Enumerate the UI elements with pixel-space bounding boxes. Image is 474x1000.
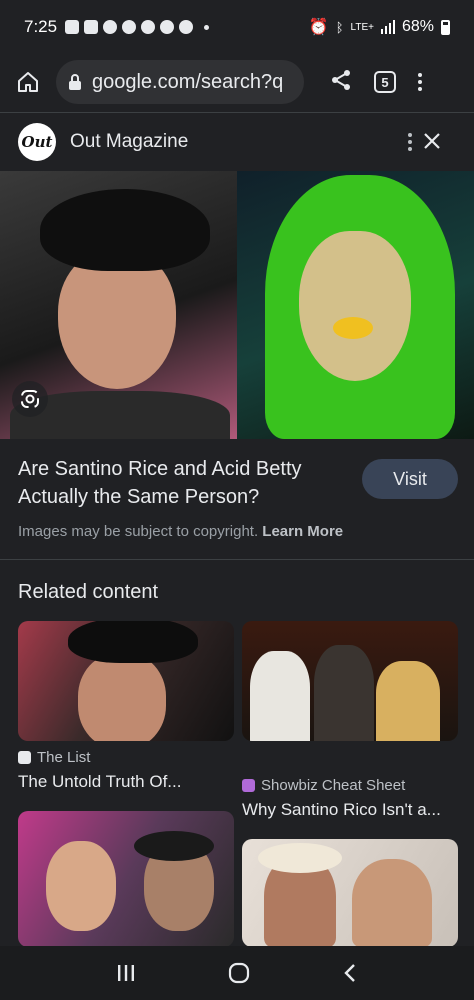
card-source: Showbiz Cheat Sheet xyxy=(242,777,458,794)
signal-icon xyxy=(380,20,395,34)
network-type: LTE+ xyxy=(350,21,374,33)
related-card[interactable]: Showbiz Cheat Sheet Why Santino Rico Isn… xyxy=(242,621,458,820)
card-title: The Untold Truth Of... xyxy=(18,772,182,791)
url-text: google.com/search?q xyxy=(92,70,284,93)
result-image[interactable] xyxy=(0,171,474,439)
status-bar: 7:25 ⏰ ᛒ LTE+ 68% xyxy=(0,0,474,54)
lock-icon xyxy=(69,74,81,90)
showbiz-cheat-sheet-favicon xyxy=(242,779,255,792)
google-lens-button[interactable] xyxy=(12,381,48,417)
home-icon xyxy=(18,72,38,92)
recent-apps-button[interactable] xyxy=(116,963,136,983)
image-result-panel: Out Out Magazine Are Santino Rice and Ac… xyxy=(0,112,474,947)
more-notifications-dot xyxy=(204,24,210,30)
facebook-icon xyxy=(141,20,156,34)
messenger-icon xyxy=(122,20,137,34)
related-content-heading: Related content xyxy=(18,581,159,603)
card-title: Why Santino Rico Isn't a... xyxy=(242,800,441,819)
out-magazine-logo: Out xyxy=(18,123,56,161)
notification-icons xyxy=(65,20,210,34)
messenger-icon xyxy=(103,20,118,34)
app-notification-icon xyxy=(84,20,99,34)
browser-toolbar: google.com/search?q 5 xyxy=(0,54,474,110)
related-card[interactable] xyxy=(18,811,234,947)
lens-icon xyxy=(21,390,39,408)
card-thumbnail xyxy=(18,621,234,741)
share-icon xyxy=(332,69,350,90)
message-icon xyxy=(65,20,80,34)
source-header: Out Out Magazine xyxy=(0,113,474,171)
back-button[interactable] xyxy=(342,963,358,983)
result-title[interactable]: Are Santino Rice and Acid Betty Actually… xyxy=(18,455,348,511)
share-button[interactable] xyxy=(330,69,352,96)
facebook-icon xyxy=(160,20,175,34)
the-list-favicon xyxy=(18,751,31,764)
card-source: The List xyxy=(18,749,234,766)
battery-percent: 68% xyxy=(401,18,434,35)
card-thumbnail xyxy=(242,839,458,947)
source-name[interactable]: Out Magazine xyxy=(70,131,188,153)
browser-menu-button[interactable] xyxy=(418,73,422,91)
copyright-notice: Images may be subject to copyright. Lear… xyxy=(18,523,343,540)
result-options-button[interactable] xyxy=(408,133,412,151)
pinterest-icon xyxy=(179,20,194,34)
visit-button[interactable]: Visit xyxy=(362,459,458,499)
bluetooth-icon: ᛒ xyxy=(335,19,344,35)
divider xyxy=(0,559,474,560)
learn-more-link[interactable]: Learn More xyxy=(262,523,343,540)
battery-icon xyxy=(441,19,450,35)
alarm-icon: ⏰ xyxy=(308,19,329,36)
home-nav-button[interactable] xyxy=(228,962,250,984)
card-thumbnail xyxy=(18,811,234,947)
close-icon[interactable] xyxy=(420,129,444,153)
photo-left xyxy=(0,171,237,439)
home-button[interactable] xyxy=(0,70,56,94)
related-card[interactable] xyxy=(242,839,458,947)
address-bar[interactable]: google.com/search?q xyxy=(56,60,304,104)
card-thumbnail xyxy=(242,621,458,741)
photo-right xyxy=(237,171,474,439)
related-card[interactable]: The List The Untold Truth Of... xyxy=(18,621,234,792)
status-time: 7:25 xyxy=(24,17,58,36)
copyright-text: Images may be subject to copyright. xyxy=(18,523,259,540)
tab-switcher-button[interactable]: 5 xyxy=(374,71,396,93)
system-navigation-bar xyxy=(0,946,474,1000)
